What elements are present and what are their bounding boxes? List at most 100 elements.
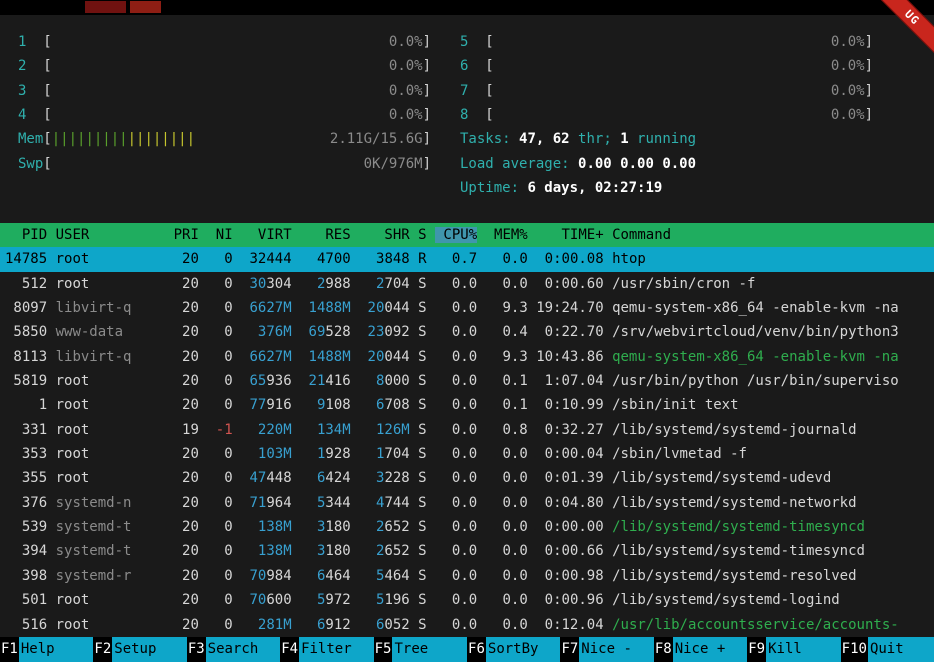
cell-gap	[47, 373, 55, 389]
cell-gap	[410, 422, 418, 438]
meter-close-bracket: ]	[423, 156, 431, 172]
cell-gap	[351, 251, 359, 267]
htop-terminal: UG 1 [ 0.0%]2 [ 0.0%]3 [ 0.0%]4 [ 0	[0, 0, 934, 662]
fkey-number: F2	[93, 637, 112, 662]
fkey-label: Quit	[868, 637, 934, 662]
meter-fill	[195, 131, 330, 147]
process-row[interactable]: 512 root 20 0 30304 2988 2704 S 0.0 0.0 …	[0, 272, 934, 296]
column-header-s[interactable]: S	[418, 227, 426, 243]
pri-cell: 20	[165, 568, 199, 584]
mem-value: 2.11G/15.6G	[330, 131, 423, 147]
cell-gap	[604, 568, 612, 584]
cpu-id: 7	[460, 83, 485, 99]
fkey-nice-minus[interactable]: F7Nice -	[560, 637, 653, 662]
cell-gap	[427, 276, 435, 292]
s-cell: S	[418, 422, 426, 438]
process-row[interactable]: 516 root 20 0 281M 6912 6052 S 0.0 0.0 0…	[0, 613, 934, 637]
column-header-user[interactable]: USER	[56, 227, 157, 243]
process-row[interactable]: 1 root 20 0 77916 9108 6708 S 0.0 0.1 0:…	[0, 393, 934, 417]
shr-cell: 000	[384, 373, 409, 389]
column-header-mem[interactable]: MEM%	[486, 227, 528, 243]
time-cell: 0:00.08	[536, 251, 603, 267]
meter-open-bracket: [	[43, 83, 51, 99]
column-header-ni[interactable]: NI	[207, 227, 232, 243]
process-row[interactable]: 353 root 20 0 103M 1928 1704 S 0.0 0.0 0…	[0, 442, 934, 466]
cell-gap	[351, 324, 359, 340]
res-cell: 2	[300, 276, 325, 292]
fkey-kill[interactable]: F9Kill	[747, 637, 840, 662]
meter-fill	[52, 156, 364, 172]
virt-cell: 304	[266, 276, 291, 292]
res-cell: 3	[300, 519, 325, 535]
process-row[interactable]: 398 systemd-r 20 0 70984 6464 5464 S 0.0…	[0, 564, 934, 588]
fkey-quit[interactable]: F10Quit	[841, 637, 934, 662]
fkey-sortby[interactable]: F6SortBy	[467, 637, 560, 662]
tasks-summary-segment: 1	[620, 131, 637, 147]
fkey-help[interactable]: F1Help	[0, 637, 93, 662]
mem-cell: 0.1	[486, 397, 528, 413]
column-header-time[interactable]: TIME+	[536, 227, 603, 243]
column-header-pid[interactable]: PID	[5, 227, 47, 243]
res-cell: 528	[325, 324, 350, 340]
column-header-command[interactable]: Command	[612, 227, 671, 243]
process-row[interactable]: 355 root 20 0 47448 6424 3228 S 0.0 0.0 …	[0, 466, 934, 490]
cell-gap	[351, 470, 359, 486]
pid-cell: 376	[5, 495, 47, 511]
fkey-filter[interactable]: F4Filter	[280, 637, 373, 662]
column-gap	[604, 227, 612, 243]
shr-cell: 464	[384, 568, 409, 584]
res-cell: 21	[300, 373, 325, 389]
process-row[interactable]: 14785 root 20 0 32444 4700 3848 R 0.7 0.…	[0, 247, 934, 271]
pri-cell: 20	[165, 617, 199, 633]
process-row[interactable]: 331 root 19 -1 220M 134M 126M S 0.0 0.8 …	[0, 418, 934, 442]
cell-gap	[528, 519, 536, 535]
process-row[interactable]: 394 systemd-t 20 0 138M 3180 2652 S 0.0 …	[0, 539, 934, 563]
process-row[interactable]: 8113 libvirt-q 20 0 6627M 1488M 20044 S …	[0, 345, 934, 369]
process-row[interactable]: 5850 www-data 20 0 376M 69528 23092 S 0.…	[0, 320, 934, 344]
meter-open-bracket: [	[485, 34, 493, 50]
fkey-number: F8	[654, 637, 673, 662]
meter-fill	[494, 58, 831, 74]
column-header-pri[interactable]: PRI	[165, 227, 199, 243]
nice-cell: -1	[207, 422, 232, 438]
process-row[interactable]: 8097 libvirt-q 20 0 6627M 1488M 20044 S …	[0, 296, 934, 320]
process-row[interactable]: 376 systemd-n 20 0 71964 5344 4744 S 0.0…	[0, 491, 934, 515]
cell-gap	[233, 373, 241, 389]
cpu-usage-value: 0.0%	[831, 107, 865, 123]
column-header-res[interactable]: RES	[300, 227, 351, 243]
column-header-shr[interactable]: SHR	[359, 227, 410, 243]
cell-gap	[410, 251, 418, 267]
time-cell: 1:07.04	[536, 373, 603, 389]
cell-gap	[233, 617, 241, 633]
fkey-setup[interactable]: F2Setup	[93, 637, 186, 662]
cell-gap	[233, 397, 241, 413]
fkey-nice-plus[interactable]: F8Nice +	[654, 637, 747, 662]
cpu-usage-value: 0.0%	[389, 107, 423, 123]
nice-cell: 0	[207, 617, 232, 633]
cell-gap	[528, 543, 536, 559]
cell-gap	[604, 349, 612, 365]
time-cell: 0:12.04	[536, 617, 603, 633]
cell-gap	[292, 373, 300, 389]
shr-cell: 3	[359, 470, 384, 486]
process-row[interactable]: 5819 root 20 0 65936 21416 8000 S 0.0 0.…	[0, 369, 934, 393]
fkey-search[interactable]: F3Search	[187, 637, 280, 662]
cell-gap	[528, 446, 536, 462]
shr-cell: 092	[384, 324, 409, 340]
cell-gap	[604, 543, 612, 559]
cell-gap	[604, 470, 612, 486]
command-cell: /lib/systemd/systemd-udevd	[612, 470, 831, 486]
cell-gap	[528, 251, 536, 267]
column-header-cpu[interactable]: CPU%	[435, 227, 477, 243]
mem-cell: 0.0	[486, 519, 528, 535]
mem-cell: 0.0	[486, 276, 528, 292]
command-cell: /usr/bin/python /usr/bin/superviso	[612, 373, 899, 389]
fkey-tree[interactable]: F5Tree	[374, 637, 467, 662]
cell-gap	[351, 543, 359, 559]
nice-cell: 0	[207, 397, 232, 413]
cell-gap	[292, 276, 300, 292]
process-row[interactable]: 501 root 20 0 70600 5972 5196 S 0.0 0.0 …	[0, 588, 934, 612]
process-row[interactable]: 539 systemd-t 20 0 138M 3180 2652 S 0.0 …	[0, 515, 934, 539]
column-header-virt[interactable]: VIRT	[241, 227, 292, 243]
mem-cell: 0.0	[486, 543, 528, 559]
